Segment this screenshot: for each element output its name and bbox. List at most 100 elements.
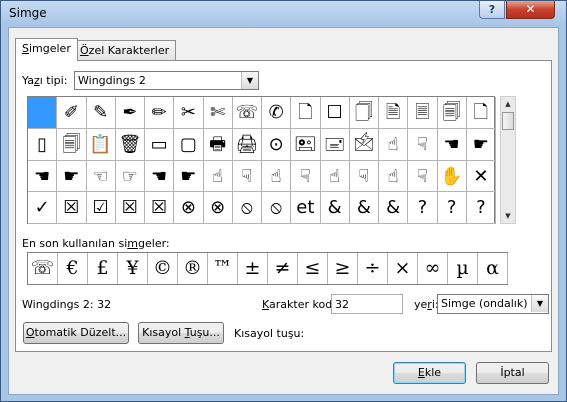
recent-symbol-cell[interactable]: ™ xyxy=(208,253,238,284)
symbol-cell[interactable]: ✕ xyxy=(466,160,496,193)
symbol-cell[interactable]: 🖃 xyxy=(320,128,350,161)
symbol-cell[interactable]: ✐ xyxy=(57,97,87,129)
symbol-cell[interactable]: 🗐 xyxy=(57,128,87,161)
recent-symbol-cell[interactable]: µ xyxy=(448,253,478,284)
symbol-cell[interactable]: ✂ xyxy=(174,97,204,129)
chevron-down-icon[interactable]: ▼ xyxy=(531,295,548,312)
symbol-cell[interactable]: ▭ xyxy=(145,128,175,161)
symbol-cell[interactable] xyxy=(28,97,58,129)
recent-symbol-cell[interactable]: © xyxy=(148,253,178,284)
symbol-grid-scrollbar[interactable]: ▲ ▼ xyxy=(500,96,516,224)
symbol-cell[interactable]: ✎ xyxy=(86,97,116,129)
symbol-cell[interactable]: ☏ xyxy=(232,97,262,129)
chevron-down-icon[interactable]: ▼ xyxy=(241,72,258,89)
tab-special-characters[interactable]: Özel Karakterler xyxy=(73,40,177,60)
symbol-cell[interactable]: 🗋 xyxy=(466,97,496,129)
symbol-cell[interactable]: ☚ xyxy=(28,160,58,193)
symbol-cell[interactable]: ☝ xyxy=(262,160,292,193)
symbol-cell[interactable]: 🗏 xyxy=(408,97,438,129)
symbol-cell[interactable]: ☒ xyxy=(57,192,87,224)
symbol-cell[interactable]: ✆ xyxy=(262,97,292,129)
symbol-grid[interactable]: ✐ ✎ ✒ ✏ ✂ ✄ ☏ ✆ 🗋 ☐ 🗍 🗎 🗏 🗐 🗋 ▯ 🗐 📋 🗑 ▭ ▢ 🖶 🖨 ⊙ 🖭 🖃 🖄 ☝ ☟ ☚ ☛ ☚ ☛ ☜ ☞ ☚ ☛ ☝ ☟ ☝… xyxy=(27,96,496,224)
scroll-thumb[interactable] xyxy=(502,112,514,130)
close-button[interactable]: ✕ xyxy=(506,1,555,19)
from-select[interactable]: Simge (ondalık) ▼ xyxy=(437,294,549,314)
symbol-cell[interactable]: ☒ xyxy=(115,192,145,224)
symbol-cell[interactable]: 🖭 xyxy=(291,128,321,161)
symbol-cell[interactable]: ☑ xyxy=(86,192,116,224)
symbol-cell[interactable]: ☟ xyxy=(232,160,262,193)
recent-symbol-cell[interactable]: ± xyxy=(238,253,268,284)
symbol-cell[interactable]: ☝ xyxy=(320,160,350,193)
recent-symbol-cell[interactable]: ≠ xyxy=(268,253,298,284)
symbol-cell[interactable]: 🗎 xyxy=(379,97,409,129)
symbol-cell[interactable]: ☝ xyxy=(203,160,233,193)
title-bar[interactable]: Simge ? ✕ xyxy=(1,1,566,25)
symbol-cell[interactable]: ✒ xyxy=(115,97,145,129)
symbol-cell[interactable]: ▯ xyxy=(28,128,58,161)
scroll-up-icon[interactable]: ▲ xyxy=(501,97,515,111)
symbol-cell[interactable]: & xyxy=(379,192,409,224)
char-code-input[interactable]: 32 xyxy=(331,294,403,314)
symbol-cell[interactable]: ☝ xyxy=(379,160,409,193)
symbol-cell[interactable]: 🗑 xyxy=(115,128,145,161)
recent-symbol-cell[interactable]: ∞ xyxy=(418,253,448,284)
symbol-cell[interactable]: ? xyxy=(408,192,438,224)
recent-symbol-cell[interactable]: ¥ xyxy=(118,253,148,284)
recent-symbol-cell[interactable]: £ xyxy=(88,253,118,284)
help-button[interactable]: ? xyxy=(479,1,505,19)
symbol-cell[interactable]: 🗐 xyxy=(437,97,467,129)
recent-symbol-cell[interactable]: ☏ xyxy=(28,253,58,284)
autocorrect-button[interactable]: Otomatik Düzelt... xyxy=(23,322,129,344)
symbol-cell[interactable]: ⦸ xyxy=(262,192,292,224)
symbol-cell[interactable]: ☟ xyxy=(408,160,438,193)
symbol-cell[interactable]: 🖄 xyxy=(349,128,379,161)
symbol-cell[interactable]: & xyxy=(320,192,350,224)
symbol-cell[interactable]: ☚ xyxy=(145,160,175,193)
symbol-cell[interactable]: ☒ xyxy=(145,192,175,224)
symbol-cell[interactable]: ✓ xyxy=(28,192,58,224)
cancel-button[interactable]: İptal xyxy=(476,362,549,384)
recent-symbol-cell[interactable]: ÷ xyxy=(358,253,388,284)
symbol-cell[interactable]: ✄ xyxy=(203,97,233,129)
symbol-cell[interactable]: ☟ xyxy=(291,160,321,193)
symbol-cell[interactable]: ☝ xyxy=(379,128,409,161)
recent-symbol-cell[interactable]: ® xyxy=(178,253,208,284)
symbol-cell[interactable]: ✋ xyxy=(437,160,467,193)
symbol-cell[interactable]: ☟ xyxy=(408,128,438,161)
symbol-cell[interactable]: 🗋 xyxy=(291,97,321,129)
symbol-cell[interactable]: ⊗ xyxy=(203,192,233,224)
symbol-cell[interactable]: ☟ xyxy=(349,160,379,193)
symbol-cell[interactable]: 📋 xyxy=(86,128,116,161)
insert-button[interactable]: Ekle xyxy=(393,362,466,384)
symbol-cell[interactable]: ▢ xyxy=(174,128,204,161)
symbol-cell[interactable]: ⊙ xyxy=(262,128,292,161)
recent-symbol-cell[interactable]: × xyxy=(388,253,418,284)
recent-symbol-cell[interactable]: € xyxy=(58,253,88,284)
symbol-cell[interactable]: ☐ xyxy=(320,97,350,129)
symbol-cell[interactable]: ? xyxy=(437,192,467,224)
tab-symbols[interactable]: Simgeler xyxy=(15,38,78,61)
recent-symbol-cell[interactable]: ≤ xyxy=(298,253,328,284)
symbol-cell[interactable]: ☛ xyxy=(466,128,496,161)
symbol-cell[interactable]: ☚ xyxy=(437,128,467,161)
symbol-cell[interactable]: 🗍 xyxy=(349,97,379,129)
symbol-cell[interactable]: & xyxy=(349,192,379,224)
scroll-down-icon[interactable]: ▼ xyxy=(501,209,515,223)
recent-symbols-grid[interactable]: ☏ € £ ¥ © ® ™ ± ≠ ≤ ≥ ÷ × ∞ µ α xyxy=(27,252,508,285)
symbol-cell[interactable]: 🖨 xyxy=(232,128,262,161)
symbol-cell[interactable]: ⊗ xyxy=(174,192,204,224)
symbol-cell[interactable]: ? xyxy=(466,192,496,224)
symbol-cell[interactable]: et xyxy=(291,192,321,224)
recent-symbol-cell[interactable]: ≥ xyxy=(328,253,358,284)
symbol-cell[interactable]: ⦸ xyxy=(232,192,262,224)
shortcut-key-button[interactable]: Kısayol Tuşu... xyxy=(138,322,224,344)
symbol-cell[interactable]: ✏ xyxy=(145,97,175,129)
symbol-cell[interactable]: 🖶 xyxy=(203,128,233,161)
symbol-cell[interactable]: ☛ xyxy=(174,160,204,193)
symbol-cell[interactable]: ☞ xyxy=(115,160,145,193)
symbol-cell[interactable]: ☛ xyxy=(57,160,87,193)
recent-symbol-cell[interactable]: α xyxy=(478,253,508,284)
symbol-cell[interactable]: ☜ xyxy=(86,160,116,193)
font-select[interactable]: Wingdings 2 ▼ xyxy=(74,71,259,90)
